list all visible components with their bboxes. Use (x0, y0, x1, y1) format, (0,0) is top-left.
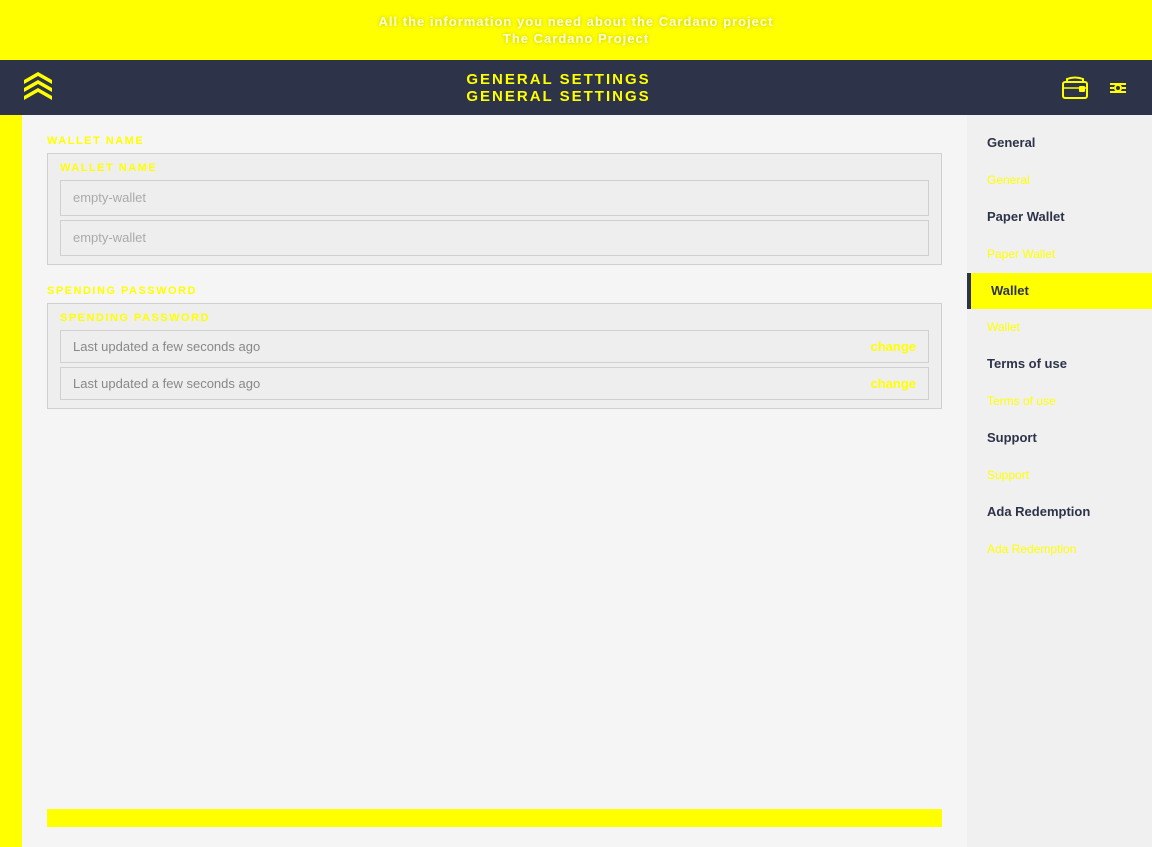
navbar-title-line1: GENERAL SETTINGS (56, 71, 1061, 88)
content-area: WALLET NAME WALLET NAME SPENDING PASSWOR… (22, 115, 967, 847)
top-banner: All the information you need about the C… (0, 0, 1152, 60)
sidebar-item-paper-wallet1[interactable]: Paper Wallet (967, 199, 1152, 236)
main-layout: WALLET NAME WALLET NAME SPENDING PASSWOR… (0, 115, 1152, 847)
wallet-icon (1061, 74, 1089, 102)
wallet-name-group: WALLET NAME WALLET NAME (47, 135, 942, 265)
wallet-icon-button[interactable] (1061, 74, 1089, 102)
change-password-button2[interactable]: change (870, 376, 916, 391)
banner-line1: All the information you need about the C… (379, 14, 774, 29)
wallet-name-input-wrap[interactable] (60, 180, 929, 216)
spending-password-row2: Last updated a few seconds ago change (60, 367, 929, 400)
password-row1: Last updated a few seconds ago change (73, 339, 916, 354)
spending-password-label2: SPENDING PASSWORD (60, 312, 929, 324)
sidebar-item-ada-redemption2[interactable]: Ada Redemption (967, 531, 1152, 568)
wallet-name-box-outer: WALLET NAME (47, 153, 942, 265)
bottom-accent-bar (47, 809, 942, 827)
sidebar-item-support1[interactable]: Support (967, 420, 1152, 457)
spending-password-box-outer: SPENDING PASSWORD Last updated a few sec… (47, 303, 942, 409)
left-accent-strip (0, 115, 22, 847)
sidebar-item-general1[interactable]: General (967, 125, 1152, 162)
wallet-name-input[interactable] (73, 190, 916, 205)
spending-password-label: SPENDING PASSWORD (47, 285, 942, 297)
sidebar-label-paper-wallet2: Paper Wallet (987, 247, 1055, 261)
sidebar-item-terms2[interactable]: Terms of use (967, 383, 1152, 420)
spending-password-row1: Last updated a few seconds ago change (60, 330, 929, 363)
navbar: GENERAL SETTINGS GENERAL SETTINGS (0, 60, 1152, 115)
sidebar-item-support2[interactable]: Support (967, 457, 1152, 494)
sidebar-label-general2: General (987, 173, 1030, 187)
sidebar-label-support2: Support (987, 468, 1029, 482)
sidebar-item-paper-wallet2[interactable]: Paper Wallet (967, 236, 1152, 273)
settings-icon-button[interactable] (1104, 74, 1132, 102)
sidebar-item-general2[interactable]: General (967, 162, 1152, 199)
spending-password-group: SPENDING PASSWORD SPENDING PASSWORD Last… (47, 285, 942, 409)
change-password-button1[interactable]: change (870, 339, 916, 354)
settings-icon (1104, 74, 1132, 102)
wallet-name-label2: WALLET NAME (60, 162, 929, 174)
spending-password-value1: Last updated a few seconds ago (73, 339, 260, 354)
spending-password-value2: Last updated a few seconds ago (73, 376, 260, 391)
sidebar-label-ada-redemption1: Ada Redemption (987, 504, 1090, 519)
navbar-title-line2: GENERAL SETTINGS (56, 88, 1061, 105)
sidebar-item-ada-redemption1[interactable]: Ada Redemption (967, 494, 1152, 531)
banner-line2: The Cardano Project (503, 31, 649, 46)
right-sidebar: General General Paper Wallet Paper Walle… (967, 115, 1152, 847)
sidebar-label-general1: General (987, 135, 1035, 150)
form-section: WALLET NAME WALLET NAME SPENDING PASSWOR… (47, 135, 942, 809)
navbar-title: GENERAL SETTINGS GENERAL SETTINGS (56, 71, 1061, 105)
sidebar-label-paper-wallet1: Paper Wallet (987, 209, 1065, 224)
logo-icon (20, 70, 56, 106)
sidebar-item-wallet1[interactable]: Wallet (967, 273, 1152, 310)
sidebar-label-ada-redemption2: Ada Redemption (987, 542, 1076, 556)
sidebar-item-terms1[interactable]: Terms of use (967, 346, 1152, 383)
wallet-name-label: WALLET NAME (47, 135, 942, 147)
wallet-name-input-wrap2[interactable] (60, 220, 929, 256)
navbar-actions (1061, 74, 1132, 102)
sidebar-label-terms1: Terms of use (987, 356, 1067, 371)
logo (20, 70, 56, 106)
sidebar-label-wallet2: Wallet (987, 320, 1020, 334)
wallet-name-input2[interactable] (73, 230, 916, 245)
password-row2: Last updated a few seconds ago change (73, 376, 916, 391)
sidebar-label-terms2: Terms of use (987, 394, 1056, 408)
sidebar-label-support1: Support (987, 430, 1037, 445)
sidebar-label-wallet1: Wallet (991, 283, 1029, 298)
sidebar-item-wallet2[interactable]: Wallet (967, 309, 1152, 346)
